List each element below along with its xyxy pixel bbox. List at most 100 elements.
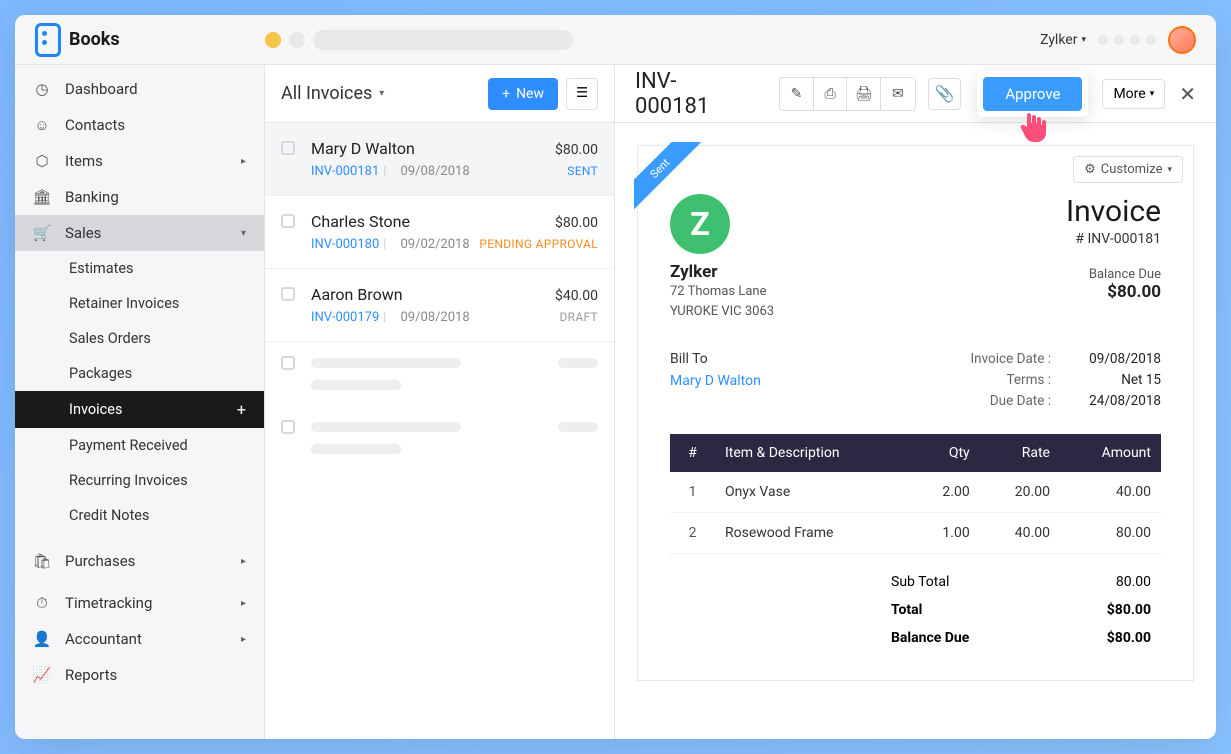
customize-button[interactable]: ⚙ Customize ▾ <box>1073 156 1183 183</box>
pdf-button[interactable]: ⎙ <box>814 78 848 110</box>
nav-packages[interactable]: Packages <box>15 356 264 391</box>
topbar-icon-2[interactable] <box>1114 35 1124 45</box>
row-checkbox[interactable] <box>281 420 295 434</box>
dot-grey <box>289 32 305 48</box>
chevron-down-icon: ▾ <box>241 228 246 239</box>
nav-accountant[interactable]: 👤Accountant▸ <box>15 621 264 657</box>
purchases-icon: 🛍 <box>33 552 51 570</box>
approve-button[interactable]: Approve <box>983 77 1082 111</box>
nav-sales-orders[interactable]: Sales Orders <box>15 321 264 356</box>
nav-label: Credit Notes <box>69 507 149 524</box>
company-address-1: 72 Thomas Lane <box>670 282 774 302</box>
nav-label: Contacts <box>65 116 125 134</box>
nav-items[interactable]: ⬡ Items ▸ <box>15 143 264 179</box>
status-ribbon: Sent <box>634 142 704 212</box>
row-checkbox[interactable] <box>281 141 295 155</box>
nav-label: Packages <box>69 365 132 382</box>
user-avatar[interactable] <box>1168 26 1196 54</box>
gear-icon: ⚙ <box>1084 162 1096 177</box>
nav-retainer-invoices[interactable]: Retainer Invoices <box>15 286 264 321</box>
nav-label: Timetracking <box>65 594 152 612</box>
print-button[interactable]: 🖨 <box>847 78 881 110</box>
nav-purchases[interactable]: 🛍Purchases▸ <box>15 543 264 579</box>
org-name-label: Zylker <box>1040 32 1077 48</box>
sidebar: ◷Dashboard ☺Contacts ⬡Items▸ 🏛Banking 🛒S… <box>15 65 265 739</box>
nav-reports[interactable]: 📈Reports <box>15 657 264 693</box>
approve-popover: Approve <box>977 71 1088 117</box>
invoice-date-label: Invoice Date : <box>951 351 1051 367</box>
list-filter-dropdown[interactable]: All Invoices ▾ <box>281 83 384 104</box>
nav-dashboard[interactable]: ◷Dashboard <box>15 71 264 107</box>
invoice-row[interactable]: Mary D Walton$80.00 INV-000181|09/08/201… <box>265 123 614 196</box>
org-switcher[interactable]: Zylker ▾ <box>1040 32 1086 48</box>
topbar-icons <box>1098 35 1156 45</box>
row-checkbox[interactable] <box>281 356 295 370</box>
more-button[interactable]: More ▾ <box>1102 79 1165 109</box>
items-icon: ⬡ <box>33 152 51 170</box>
nav-label: Purchases <box>65 552 135 570</box>
nav-label: Sales <box>65 224 101 242</box>
close-button[interactable]: ✕ <box>1179 82 1196 106</box>
nav-sales[interactable]: 🛒Sales▾ <box>15 215 264 251</box>
nav-label: Retainer Invoices <box>69 295 179 312</box>
banking-icon: 🏛 <box>33 188 51 206</box>
attachment-button[interactable]: 📎 <box>928 78 962 110</box>
col-amount: Amount <box>1060 434 1161 472</box>
line-item-row: 1Onyx Vase2.0020.0040.00 <box>670 472 1161 513</box>
nav-invoices[interactable]: Invoices + <box>15 391 264 428</box>
nav-label: Recurring Invoices <box>69 472 188 489</box>
pdf-icon: ⎙ <box>825 86 836 102</box>
search-placeholder-bar[interactable] <box>313 30 573 50</box>
nav-recurring-invoices[interactable]: Recurring Invoices <box>15 463 264 498</box>
nav-label: Sales Orders <box>69 330 151 347</box>
dot-yellow <box>265 32 281 48</box>
topbar-icon-1[interactable] <box>1098 35 1108 45</box>
bill-to-name[interactable]: Mary D Walton <box>670 373 761 389</box>
item-desc: Rosewood Frame <box>715 513 911 554</box>
skeleton-row <box>265 342 614 406</box>
list-menu-button[interactable]: ☰ <box>566 78 598 110</box>
row-checkbox[interactable] <box>281 287 295 301</box>
row-amount: $80.00 <box>555 142 598 158</box>
col-rate: Rate <box>980 434 1060 472</box>
row-checkbox[interactable] <box>281 214 295 228</box>
topbar-icon-4[interactable] <box>1146 35 1156 45</box>
nav-estimates[interactable]: Estimates <box>15 251 264 286</box>
nav-label: Payment Received <box>69 437 188 454</box>
invoice-date: 09/08/2018 <box>1071 351 1161 367</box>
nav-timetracking[interactable]: ⏱Timetracking▸ <box>15 585 264 621</box>
item-amount: 40.00 <box>1060 472 1161 513</box>
chevron-right-icon: ▸ <box>241 156 246 167</box>
timetracking-icon: ⏱ <box>33 594 51 612</box>
chevron-down-icon: ▾ <box>1150 89 1155 99</box>
cursor-hand-icon <box>1020 111 1046 150</box>
doc-number: # INV-000181 <box>1066 231 1161 247</box>
plus-icon[interactable]: + <box>237 400 246 419</box>
balance-amount: $80.00 <box>1066 282 1161 302</box>
item-qty: 1.00 <box>911 513 980 554</box>
topbar-right: Zylker ▾ <box>1040 26 1196 54</box>
nav-payment-received[interactable]: Payment Received <box>15 428 264 463</box>
company-block: Z Zylker 72 Thomas Lane YUROKE VIC 3063 <box>670 194 774 321</box>
books-logo-icon <box>35 23 61 57</box>
edit-button[interactable]: ✎ <box>780 78 814 110</box>
topbar-icon-3[interactable] <box>1130 35 1140 45</box>
invoice-row[interactable]: Charles Stone$80.00 INV-000180|09/02/201… <box>265 196 614 269</box>
col-desc: Item & Description <box>715 434 911 472</box>
nav-credit-notes[interactable]: Credit Notes <box>15 498 264 533</box>
nav-banking[interactable]: 🏛Banking <box>15 179 264 215</box>
email-button[interactable]: ✉ <box>881 78 915 110</box>
chevron-down-icon: ▾ <box>1081 35 1086 45</box>
printer-icon: 🖨 <box>855 86 873 102</box>
balance-due-value: $80.00 <box>1107 630 1151 646</box>
company-address-2: YUROKE VIC 3063 <box>670 302 774 322</box>
terms-label: Terms : <box>951 372 1051 388</box>
invoice-rows: Mary D Walton$80.00 INV-000181|09/08/201… <box>265 123 614 342</box>
nav-contacts[interactable]: ☺Contacts <box>15 107 264 143</box>
item-amount: 80.00 <box>1060 513 1161 554</box>
row-amount: $80.00 <box>555 215 598 231</box>
new-invoice-button[interactable]: + New <box>488 78 558 110</box>
invoice-row[interactable]: Aaron Brown$40.00 INV-000179|09/08/2018D… <box>265 269 614 342</box>
detail-header: INV-000181 ✎ ⎙ 🖨 ✉ 📎 Approve More ▾ <box>615 65 1216 123</box>
nav-label: Items <box>65 152 103 170</box>
